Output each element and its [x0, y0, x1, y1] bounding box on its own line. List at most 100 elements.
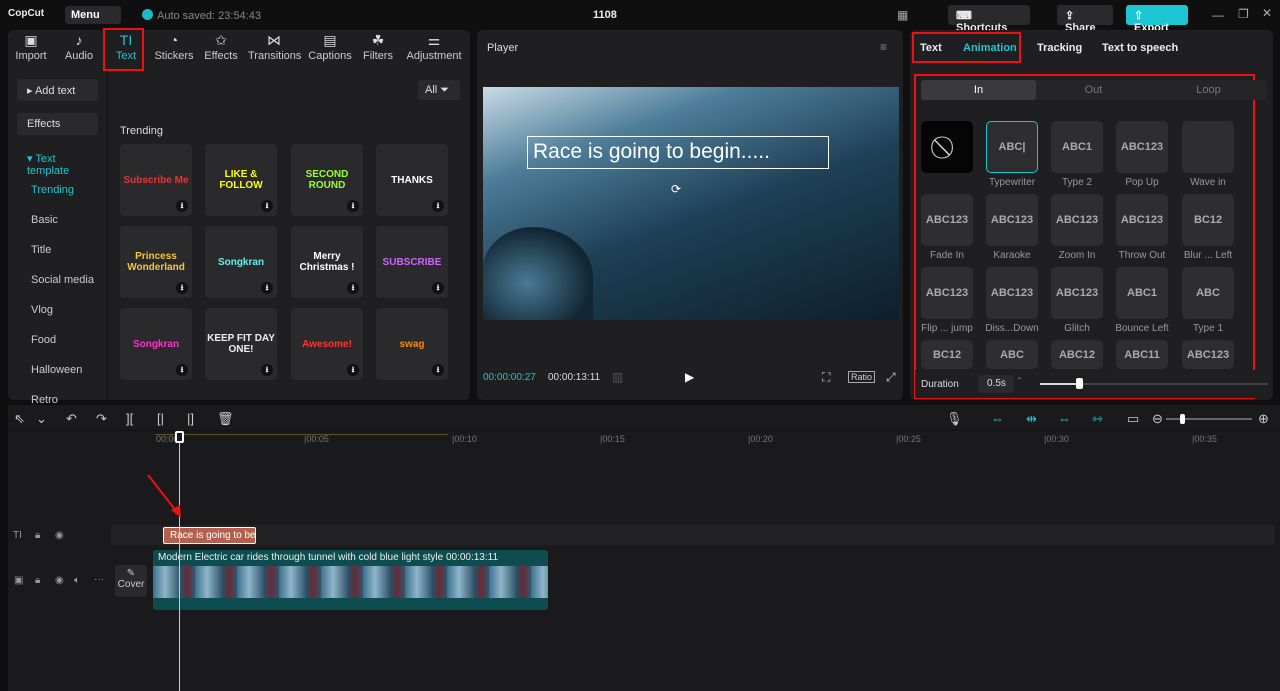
- animation-option[interactable]: ABC123: [1182, 340, 1234, 369]
- download-icon[interactable]: ⭳: [432, 364, 444, 376]
- cover-button[interactable]: ✎ Cover: [115, 565, 147, 597]
- animation-option[interactable]: ABC123: [986, 194, 1038, 246]
- expand-icon[interactable]: ⤢: [886, 370, 896, 385]
- linkage-icon[interactable]: ⇿: [1092, 411, 1103, 427]
- minimize-icon[interactable]: —: [1212, 8, 1224, 22]
- animation-option[interactable]: [1182, 121, 1234, 173]
- undo-icon[interactable]: ↶: [66, 411, 77, 427]
- tab-audio[interactable]: ♪ Audio: [62, 32, 96, 62]
- sidebar-item-social-media[interactable]: Social media: [31, 274, 94, 286]
- add-text-item[interactable]: ▸ Add text: [17, 79, 98, 101]
- text-template[interactable]: SECOND ROUND ⭳: [291, 144, 363, 216]
- zoom-slider[interactable]: [1166, 414, 1252, 424]
- animation-option[interactable]: ABC123: [921, 194, 973, 246]
- delete-icon[interactable]: 🗑︎: [217, 411, 234, 427]
- video-lock-icon[interactable]: 🔒︎: [35, 575, 40, 586]
- animation-option[interactable]: ABC123: [921, 267, 973, 319]
- animation-option[interactable]: BC12: [1182, 194, 1234, 246]
- animation-option[interactable]: ABC|: [986, 121, 1038, 173]
- text-template[interactable]: KEEP FIT DAY ONE! ⭳: [205, 308, 277, 380]
- shortcuts-button[interactable]: ⌨ Shortcuts: [948, 5, 1030, 34]
- text-overlay[interactable]: Race is going to begin.....: [527, 136, 829, 169]
- zoom-in-icon[interactable]: ⊕: [1258, 411, 1269, 427]
- animation-option[interactable]: ABC123: [1116, 194, 1168, 246]
- ratio-button[interactable]: Ratio: [848, 371, 876, 383]
- tab-effects[interactable]: ✩ Effects: [204, 32, 238, 62]
- text-template-item[interactable]: ▾ Text template: [17, 147, 98, 177]
- menu-button[interactable]: Menu: [65, 6, 121, 24]
- export-button[interactable]: ⇧ Export: [1126, 5, 1188, 34]
- lock-icon[interactable]: 🔒︎: [35, 530, 40, 541]
- animation-option[interactable]: ABC123: [1116, 121, 1168, 173]
- text-template[interactable]: swag ⭳: [376, 308, 448, 380]
- play-button[interactable]: ▶: [685, 370, 694, 384]
- duration-slider-handle[interactable]: [1076, 378, 1084, 389]
- split-icon[interactable]: ][: [126, 411, 133, 426]
- snap-icon[interactable]: ⇹: [1026, 411, 1037, 427]
- tab-import[interactable]: ▣ Import: [13, 32, 49, 62]
- text-template[interactable]: LIKE & FOLLOW ⭳: [205, 144, 277, 216]
- more-icon[interactable]: ···: [94, 574, 104, 585]
- sidebar-item-trending[interactable]: Trending: [31, 184, 74, 196]
- text-clip[interactable]: Race is going to be: [163, 527, 256, 544]
- subtab-out[interactable]: Out: [1036, 80, 1151, 100]
- mic-icon[interactable]: 🎙︎: [946, 411, 963, 427]
- filter-button[interactable]: All ⏷: [418, 80, 460, 100]
- subtab-in[interactable]: In: [921, 80, 1036, 100]
- sidebar-item-title[interactable]: Title: [31, 244, 51, 256]
- duration-input[interactable]: 0.5s: [978, 375, 1014, 393]
- zoom-out-icon[interactable]: ⊖: [1152, 411, 1163, 427]
- sidebar-item-basic[interactable]: Basic: [31, 214, 58, 226]
- animation-option[interactable]: ABC11: [1116, 340, 1168, 369]
- split-right-icon[interactable]: |]: [187, 411, 194, 426]
- animation-option[interactable]: ABC: [986, 340, 1038, 369]
- player-menu-icon[interactable]: ≡: [880, 40, 887, 54]
- timecode-grid-icon[interactable]: ▥: [612, 370, 623, 384]
- zoom-slider-handle[interactable]: [1180, 414, 1185, 424]
- tab-text-to-speech[interactable]: Text to speech: [1102, 42, 1178, 54]
- tab-transitions[interactable]: ⋈ Transitions: [248, 32, 301, 62]
- download-icon[interactable]: ⭳: [347, 200, 359, 212]
- screen-icon[interactable]: ▭: [1127, 411, 1139, 427]
- tab-captions[interactable]: ▤ Captions: [308, 32, 352, 62]
- animation-option[interactable]: ABC123: [1051, 267, 1103, 319]
- download-icon[interactable]: ⭳: [347, 282, 359, 294]
- dropdown-icon[interactable]: ⌄: [36, 411, 47, 427]
- animation-option[interactable]: ⃠: [921, 121, 973, 173]
- tab-tracking[interactable]: Tracking: [1037, 42, 1082, 54]
- playhead-handle[interactable]: [175, 431, 184, 443]
- download-icon[interactable]: ⭳: [176, 364, 188, 376]
- text-template[interactable]: Songkran ⭳: [120, 308, 192, 380]
- video-clip[interactable]: Modern Electric car rides through tunnel…: [153, 550, 548, 610]
- text-template[interactable]: Merry Christmas ! ⭳: [291, 226, 363, 298]
- maximize-icon[interactable]: ❐: [1238, 7, 1249, 21]
- sidebar-item-vlog[interactable]: Vlog: [31, 304, 53, 316]
- download-icon[interactable]: ⭳: [176, 282, 188, 294]
- text-template[interactable]: SUBSCRIBE ⭳: [376, 226, 448, 298]
- animation-option[interactable]: ABC123: [1051, 194, 1103, 246]
- download-icon[interactable]: ⭳: [432, 200, 444, 212]
- download-icon[interactable]: ⭳: [261, 364, 273, 376]
- animation-option[interactable]: ABC123: [986, 267, 1038, 319]
- text-template[interactable]: THANKS ⭳: [376, 144, 448, 216]
- audio-icon[interactable]: 🔈︎: [74, 575, 80, 586]
- sidebar-item-food[interactable]: Food: [31, 334, 56, 346]
- video-eye-icon[interactable]: ◉: [55, 575, 64, 586]
- layout-icon[interactable]: ▦: [897, 8, 908, 22]
- tab-adjustment[interactable]: ⚌ Adjustment: [405, 32, 463, 62]
- redo-icon[interactable]: ↷: [96, 411, 107, 427]
- tab-stickers[interactable]: ◔ Stickers: [154, 32, 194, 62]
- tab-filters[interactable]: ☘ Filters: [360, 32, 396, 62]
- text-template[interactable]: Songkran ⭳: [205, 226, 277, 298]
- split-left-icon[interactable]: [|: [157, 411, 164, 426]
- duration-stepper[interactable]: ⌃: [1016, 376, 1023, 385]
- select-icon[interactable]: ⇖: [14, 411, 25, 427]
- fullscreen-preview-icon[interactable]: ⛶: [822, 370, 830, 385]
- sidebar-item-halloween[interactable]: Halloween: [31, 364, 82, 376]
- share-button[interactable]: ⇪ Share: [1057, 5, 1113, 34]
- rotate-handle-icon[interactable]: ⟳: [671, 182, 681, 196]
- download-icon[interactable]: ⭳: [432, 282, 444, 294]
- text-template[interactable]: Princess Wonderland ⭳: [120, 226, 192, 298]
- download-icon[interactable]: ⭳: [261, 200, 273, 212]
- animation-option[interactable]: ABC12: [1051, 340, 1103, 369]
